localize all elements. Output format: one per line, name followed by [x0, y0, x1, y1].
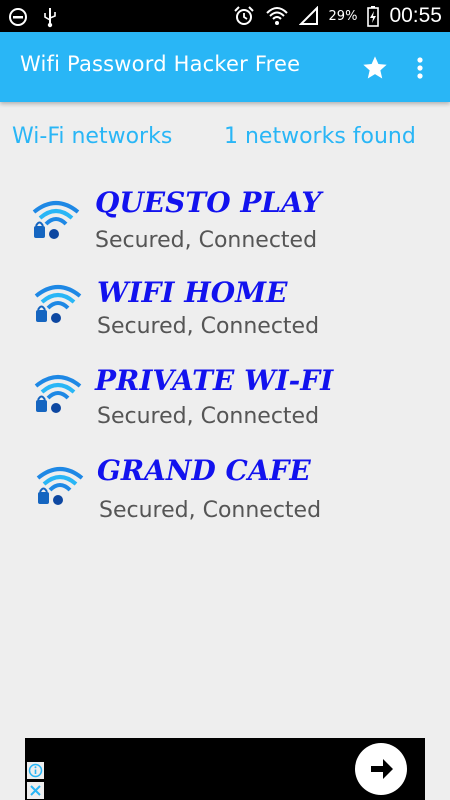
- network-name: QUESTO PLAY: [95, 186, 322, 219]
- network-item[interactable]: GRAND CAFE Secured, Connected: [0, 450, 450, 536]
- network-name: WIFI HOME: [97, 276, 288, 309]
- network-name: GRAND CAFE: [97, 454, 311, 487]
- app-bar: Wifi Password Hacker Free: [0, 32, 450, 102]
- network-item[interactable]: QUESTO PLAY Secured, Connected: [0, 182, 450, 268]
- wifi-signal-icon: [265, 7, 288, 25]
- ad-banner[interactable]: [25, 738, 425, 800]
- wifi-lock-icon: [36, 467, 84, 505]
- alarm-icon: [233, 6, 254, 25]
- favorite-button[interactable]: [361, 54, 389, 82]
- ad-info-icon[interactable]: [27, 762, 44, 779]
- wifi-lock-icon: [34, 285, 82, 323]
- wifi-networks-label: Wi-Fi networks: [12, 124, 173, 149]
- more-vert-icon: [417, 57, 423, 79]
- networks-found-count: 1 networks found: [224, 124, 416, 149]
- network-status: Secured, Connected: [97, 404, 320, 429]
- cell-signal-icon: [298, 6, 318, 25]
- arrow-right-icon: [371, 759, 393, 779]
- battery-charging-icon: [367, 6, 380, 27]
- network-name: PRIVATE WI-FI: [95, 364, 334, 397]
- network-list-header: Wi-Fi networks 1 networks found: [12, 124, 432, 158]
- overflow-menu-button[interactable]: [410, 54, 430, 82]
- ad-close-icon[interactable]: [27, 782, 44, 799]
- app-title: Wifi Password Hacker Free: [20, 52, 301, 76]
- ad-arrow-button[interactable]: [355, 743, 407, 795]
- clock-time: 00:55: [389, 4, 442, 27]
- star-icon: [363, 56, 387, 79]
- do-not-disturb-icon: [9, 8, 27, 26]
- usb-icon: [44, 8, 56, 28]
- network-status: Secured, Connected: [95, 228, 318, 253]
- network-item[interactable]: PRIVATE WI-FI Secured, Connected: [0, 360, 450, 446]
- network-status: Secured, Connected: [99, 498, 322, 523]
- network-item[interactable]: WIFI HOME Secured, Connected: [0, 272, 450, 358]
- wifi-lock-icon: [34, 375, 82, 413]
- battery-percent: 29%: [328, 8, 358, 24]
- wifi-lock-icon: [32, 201, 80, 239]
- status-bar: 29% 00:55: [0, 0, 450, 32]
- network-status: Secured, Connected: [97, 314, 320, 339]
